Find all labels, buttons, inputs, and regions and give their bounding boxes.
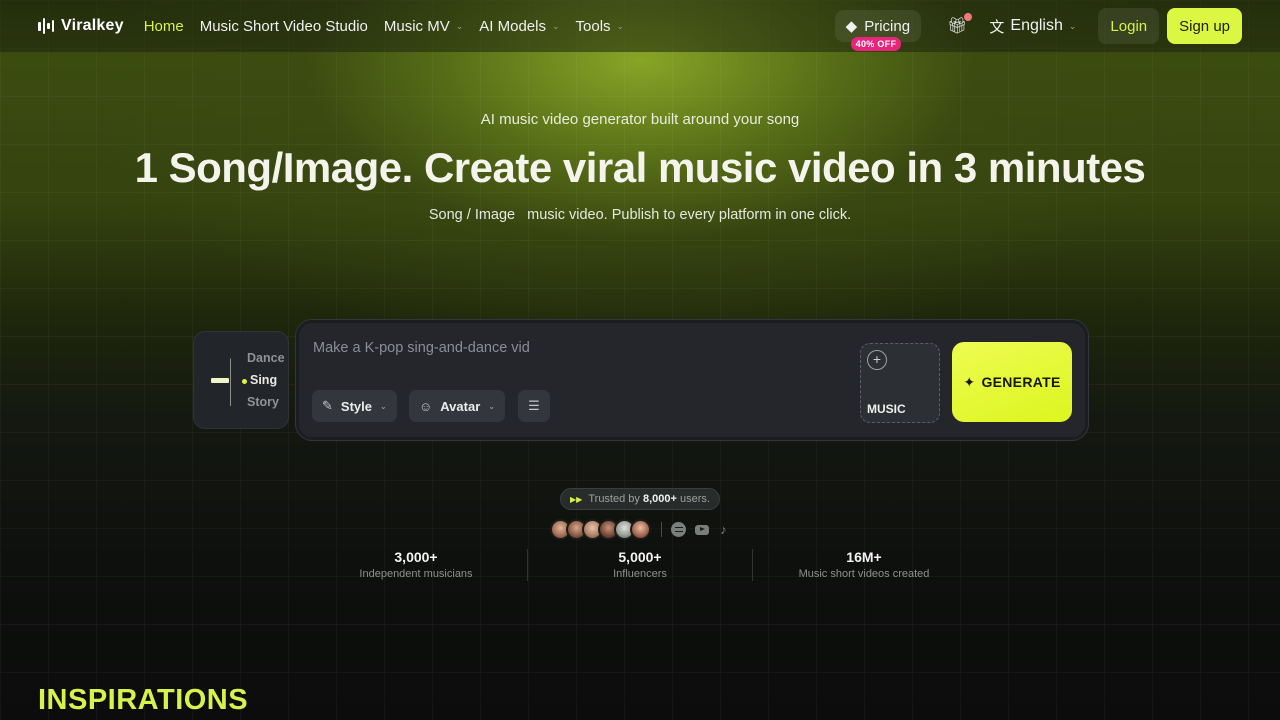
stat-divider (527, 549, 528, 581)
translate-icon: 文 (989, 18, 1005, 36)
divider (661, 522, 662, 537)
diamond-icon: ◆ (845, 18, 858, 35)
brand-name: Viralkey (61, 17, 124, 34)
prompt-input[interactable] (313, 340, 833, 356)
mode-option-story[interactable]: Story (247, 395, 279, 409)
prompt-box: ✎ Style ⌄ ☺ Avatar ⌄ ☰ + MUSIC ✦ GENERAT… (296, 320, 1088, 440)
nav-item-label: AI Models (479, 17, 546, 35)
hero-title: 1 Song/Image. Create viral music video i… (134, 144, 1146, 191)
chevron-down-icon: ⌄ (488, 401, 495, 411)
avatar-label: Avatar (440, 398, 481, 414)
generate-button[interactable]: ✦ GENERATE (952, 342, 1072, 422)
sparkle-icon: ✦ (963, 373, 976, 390)
nav-item-label: Tools (575, 17, 611, 35)
nav-item-label: Music Short Video Studio (199, 17, 368, 35)
youtube-icon (694, 522, 709, 537)
mode-selected-dot (242, 379, 247, 384)
style-label: Style (340, 398, 372, 414)
stat-label: Independent musicians (359, 568, 473, 580)
chevron-down-icon: ⌄ (379, 401, 387, 411)
nav-item-label: Music MV (383, 17, 450, 35)
plus-icon: + (867, 350, 887, 370)
mode-indicator-bar (211, 378, 229, 383)
mode-option-sing[interactable]: Sing (250, 373, 277, 387)
gift-button[interactable]: 🎁︎ (947, 13, 973, 36)
language-label: English (1010, 17, 1063, 34)
stat-value: 5,000+ (618, 549, 662, 565)
nav-item-tools[interactable]: Tools ⌄ (576, 18, 625, 35)
hero-description: Song / Image music video. Publish to ever… (0, 207, 1280, 223)
stat-label: Influencers (613, 568, 667, 580)
hero-description-part2: music video. Publish to every platform i… (527, 207, 852, 223)
notification-dot (964, 13, 973, 21)
chevron-down-icon: ⌄ (455, 20, 464, 31)
nav-right-group: ◆ Pricing 40% OFF 🎁︎ 文 English ⌄ Login S… (834, 0, 1242, 52)
trust-badge: ▶▶ Trusted by 8,000+ users. (560, 488, 720, 510)
stat-value: 3,000+ (394, 549, 438, 565)
avatar-dropdown[interactable]: ☺ Avatar ⌄ (409, 390, 505, 422)
section-title-inspirations: INSPIRATIONS (38, 684, 249, 716)
user-avatars (550, 519, 651, 540)
chevron-down-icon: ⌄ (616, 20, 625, 31)
avatar (630, 519, 651, 540)
nav-item-home[interactable]: Home (144, 18, 184, 35)
language-selector[interactable]: 文 English ⌄ (989, 16, 1076, 37)
hero-subtitle: AI music video generator built around yo… (480, 111, 800, 128)
mode-selector: Dance Sing Story (193, 331, 289, 429)
stat-videos: 16M+ Music short videos created (754, 549, 974, 580)
mode-bracket (230, 358, 238, 406)
soundwave-logo-icon (38, 17, 54, 35)
chevron-down-icon: ⌄ (551, 20, 560, 31)
stat-label: Music short videos created (798, 568, 930, 580)
pricing-label: Pricing (864, 17, 911, 35)
signup-button[interactable]: Sign up (1167, 8, 1242, 44)
nav-item-ai-models[interactable]: AI Models ⌄ (479, 18, 559, 35)
stat-value: 16M+ (846, 549, 882, 565)
gift-icon: 🎁︎ (947, 18, 968, 35)
trust-count: 8,000+ (642, 493, 677, 505)
fast-forward-icon: ▶▶ (570, 494, 583, 504)
stat-divider (752, 549, 753, 581)
brand-logo[interactable]: Viralkey (38, 17, 124, 35)
trust-text: Trusted by 8,000+ users. (588, 493, 710, 505)
nav-item-music-mv[interactable]: Music MV ⌄ (384, 18, 463, 35)
brush-icon: ✎ (322, 398, 333, 413)
nav-item-label: Home (143, 17, 184, 35)
user-icon: ☺ (419, 398, 433, 414)
pricing-button[interactable]: ◆ Pricing 40% OFF (834, 10, 922, 51)
mode-option-dance[interactable]: Dance (247, 351, 285, 365)
sliders-icon: ☰ (528, 398, 540, 413)
spotify-icon (671, 522, 686, 537)
generate-label: GENERATE (981, 374, 1061, 390)
stat-musicians: 3,000+ Independent musicians (306, 549, 526, 580)
hero-description-part1: Song / Image (428, 207, 516, 223)
music-label: MUSIC (867, 402, 906, 416)
tiktok-icon: ♪ (720, 522, 727, 537)
nav-item-music-short-video-studio[interactable]: Music Short Video Studio (200, 18, 368, 35)
music-upload[interactable]: + MUSIC (860, 343, 940, 423)
stat-influencers: 5,000+ Influencers (530, 549, 750, 580)
chevron-down-icon: ⌄ (1068, 20, 1077, 31)
settings-button[interactable]: ☰ (518, 390, 550, 422)
login-button[interactable]: Login (1098, 8, 1160, 44)
discount-badge: 40% OFF (850, 37, 902, 51)
style-dropdown[interactable]: ✎ Style ⌄ (312, 390, 397, 422)
top-navigation: Viralkey Home Music Short Video Studio M… (0, 0, 1280, 52)
